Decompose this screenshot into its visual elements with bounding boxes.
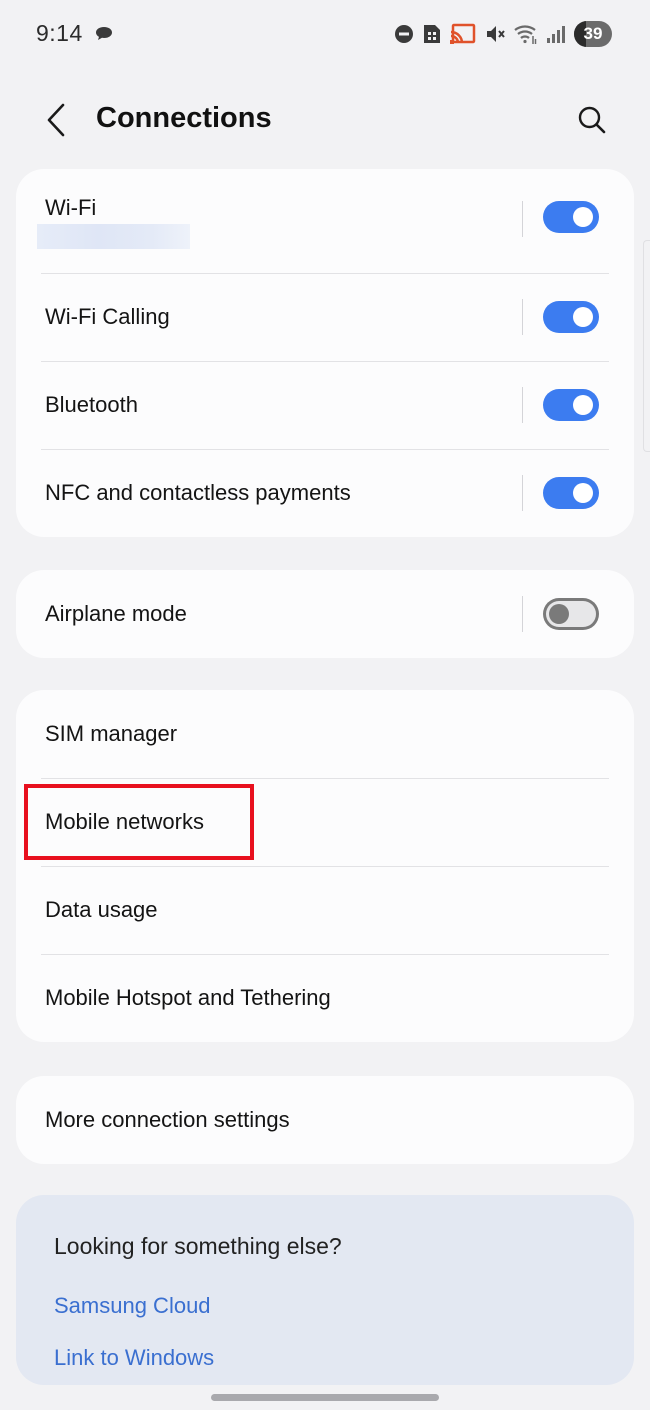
row-divider xyxy=(522,475,523,511)
battery-icon: 39 xyxy=(574,21,612,47)
signal-icon xyxy=(547,26,565,43)
battery-level: 39 xyxy=(583,24,603,43)
airplane-mode-toggle[interactable] xyxy=(543,598,599,630)
suggestions-title: Looking for something else? xyxy=(54,1233,342,1259)
more-connection-settings-row[interactable]: More connection settings xyxy=(16,1076,634,1164)
toggle-knob xyxy=(573,395,593,415)
mobile-networks-row[interactable]: Mobile networks xyxy=(16,778,634,866)
row-divider xyxy=(522,299,523,335)
nfc-row[interactable]: NFC and contactless payments xyxy=(16,449,634,537)
link-to-windows-link[interactable]: Link to Windows xyxy=(54,1345,214,1371)
data-usage-label: Data usage xyxy=(45,897,158,922)
suggestions-card: Looking for something else? Samsung Clou… xyxy=(16,1195,634,1385)
bluetooth-label: Bluetooth xyxy=(45,392,138,417)
toggle-knob xyxy=(549,604,569,624)
navigation-handle[interactable] xyxy=(211,1394,439,1401)
wifi-row[interactable]: Wi-Fi xyxy=(16,169,634,273)
mobile-hotspot-label: Mobile Hotspot and Tethering xyxy=(45,985,331,1010)
back-button[interactable] xyxy=(36,98,76,142)
airplane-mode-label: Airplane mode xyxy=(45,601,187,626)
more-card: More connection settings xyxy=(16,1076,634,1164)
wifi-calling-row[interactable]: Wi-Fi Calling xyxy=(16,273,634,361)
page-title: Connections xyxy=(96,102,272,134)
bluetooth-row[interactable]: Bluetooth xyxy=(16,361,634,449)
search-button[interactable] xyxy=(572,100,612,140)
mobile-networks-label: Mobile networks xyxy=(45,809,204,834)
toggle-knob xyxy=(573,307,593,327)
bluetooth-toggle[interactable] xyxy=(543,389,599,421)
airplane-mode-row[interactable]: Airplane mode xyxy=(16,570,634,658)
sim-manager-label: SIM manager xyxy=(45,721,178,746)
row-divider xyxy=(522,201,523,237)
more-connection-settings-label: More connection settings xyxy=(45,1107,290,1132)
wifi-calling-toggle[interactable] xyxy=(543,301,599,333)
data-usage-row[interactable]: Data usage xyxy=(16,866,634,954)
network-card: SIM manager Mobile networks Data usage M… xyxy=(16,690,634,1042)
search-icon xyxy=(578,106,606,134)
wifi-calling-label: Wi-Fi Calling xyxy=(45,304,170,329)
mobile-hotspot-row[interactable]: Mobile Hotspot and Tethering xyxy=(16,954,634,1042)
toggle-knob xyxy=(573,483,593,503)
sim-icon xyxy=(424,25,440,43)
nfc-label: NFC and contactless payments xyxy=(45,480,351,505)
samsung-cloud-link[interactable]: Samsung Cloud xyxy=(54,1293,211,1319)
status-time: 9:14 xyxy=(36,20,83,46)
cast-icon xyxy=(450,23,476,44)
scroll-indicator xyxy=(643,240,650,452)
wifi-network-name-redacted xyxy=(37,224,190,249)
wifi-toggle[interactable] xyxy=(543,201,599,233)
do-not-disturb-icon xyxy=(395,25,413,43)
wifi-icon xyxy=(514,25,537,44)
row-divider xyxy=(522,596,523,632)
chat-bubble-icon xyxy=(96,27,112,40)
wifi-label: Wi-Fi xyxy=(45,195,97,220)
mute-icon xyxy=(487,26,505,42)
airplane-card: Airplane mode xyxy=(16,570,634,658)
row-divider xyxy=(522,387,523,423)
status-bar: 9:14 39 xyxy=(0,0,650,64)
header: Connections xyxy=(0,90,650,150)
connectivity-card: Wi-Fi Wi-Fi Calling Bluetooth NFC and co… xyxy=(16,169,634,537)
back-arrow-icon xyxy=(47,103,65,137)
nfc-toggle[interactable] xyxy=(543,477,599,509)
toggle-knob xyxy=(573,207,593,227)
sim-manager-row[interactable]: SIM manager xyxy=(16,690,634,778)
status-icons: 39 xyxy=(394,20,612,48)
